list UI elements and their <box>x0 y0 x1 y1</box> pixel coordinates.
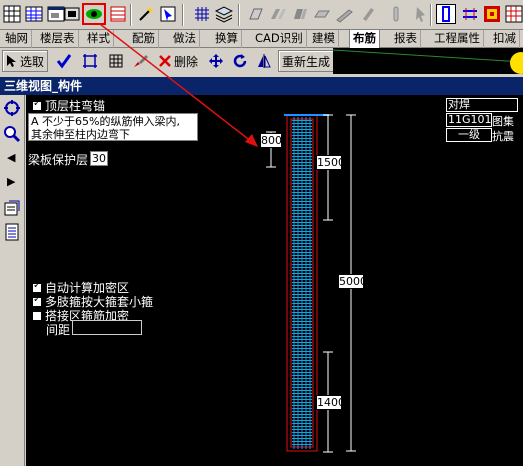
properties-icon[interactable] <box>3 199 21 217</box>
brush-button[interactable] <box>128 50 152 72</box>
panel-title: 三维视图_构件 <box>0 77 523 95</box>
tab-deduction[interactable]: 扣减 <box>490 30 520 48</box>
tab-floor-table[interactable]: 楼层表 <box>37 30 79 48</box>
frame-button[interactable] <box>78 50 102 72</box>
move-button[interactable] <box>204 50 228 72</box>
column-3d-drawing <box>266 114 356 453</box>
dim-label-5000: 5000 <box>338 274 367 289</box>
tab-conversion[interactable]: 换算 <box>212 30 242 48</box>
frame-icon <box>83 54 97 68</box>
window-icon[interactable] <box>62 4 82 24</box>
tab-style[interactable]: 样式 <box>84 30 114 48</box>
left-toolbar: ◀ ▶ <box>0 95 25 466</box>
rotate-icon <box>233 54 247 68</box>
delete-label: 删除 <box>174 54 199 69</box>
mirror-icon <box>258 54 271 68</box>
rotate-button[interactable] <box>228 50 252 72</box>
list-icon[interactable] <box>3 223 21 241</box>
brush-icon <box>134 55 148 67</box>
pick-icon[interactable] <box>410 4 430 24</box>
arrow-right-icon[interactable]: ▶ <box>7 175 15 188</box>
menu-tab-bar: 轴网 楼层表 样式 配筋 做法 换算 CAD识别 建模 布筋 报表 工程属性 扣… <box>0 29 523 48</box>
wall-icon[interactable] <box>290 4 310 24</box>
tab-cad-recognition[interactable]: CAD识别 <box>252 30 307 48</box>
3d-view-canvas[interactable]: 顶层柱弯锚 A 不少于65%的纵筋伸入梁内, 其余伸至柱内边弯下 梁板保护层 3… <box>26 95 523 466</box>
beam-icon[interactable] <box>268 4 288 24</box>
pen-icon[interactable] <box>358 4 378 24</box>
column-icon[interactable] <box>246 4 266 24</box>
tab-modeling[interactable]: 建模 <box>309 30 339 48</box>
arrow-left-icon[interactable]: ◀ <box>7 151 15 164</box>
pick-icon[interactable] <box>158 4 178 24</box>
zoom-icon[interactable] <box>3 125 21 143</box>
confirm-button[interactable] <box>52 50 76 72</box>
text-icon[interactable] <box>386 4 406 24</box>
main-toolbar <box>0 0 523 30</box>
green-guide-line <box>332 49 523 63</box>
color-icon[interactable] <box>482 4 502 24</box>
grid-axis-icon[interactable] <box>192 4 212 24</box>
tab-report[interactable]: 报表 <box>391 30 421 48</box>
select-button[interactable]: 选取 <box>2 50 49 72</box>
stair-icon[interactable] <box>334 4 354 24</box>
rebar-icon[interactable] <box>108 4 128 24</box>
tab-axis-grid[interactable]: 轴网 <box>2 30 32 48</box>
tab-project-properties[interactable]: 工程属性 <box>431 30 484 48</box>
grid-icon[interactable] <box>2 4 22 24</box>
wand-icon[interactable] <box>136 4 156 24</box>
table-icon[interactable] <box>24 4 44 24</box>
rebar-column-icon[interactable] <box>436 4 456 24</box>
eye-3d-icon[interactable] <box>82 3 106 25</box>
tab-reinforcement[interactable]: 配筋 <box>129 30 159 48</box>
delete-button[interactable]: 删除 <box>154 50 202 72</box>
rotate-view-icon[interactable] <box>3 99 21 117</box>
palette-icon[interactable] <box>504 4 523 24</box>
delete-icon <box>159 55 171 67</box>
dim-label-1400: 1400 <box>316 395 345 410</box>
mirror-button[interactable] <box>252 50 276 72</box>
cursor-icon <box>7 55 16 67</box>
layers-icon[interactable] <box>214 4 234 24</box>
regenerate-button[interactable]: 重新生成 <box>278 50 335 72</box>
dim-label-800: 800 <box>260 133 282 148</box>
tab-rebar-layout[interactable]: 布筋 <box>349 29 380 48</box>
checkmark-icon <box>56 54 72 69</box>
dim-label-1500: 1500 <box>316 155 345 170</box>
grid-select-icon <box>109 54 123 68</box>
tab-method[interactable]: 做法 <box>170 30 200 48</box>
grid-select-button[interactable] <box>104 50 128 72</box>
select-label: 选取 <box>20 54 45 69</box>
rebar-beam-icon[interactable] <box>460 4 480 24</box>
move-icon <box>209 54 223 68</box>
command-area <box>332 48 523 74</box>
slab-icon[interactable] <box>312 4 332 24</box>
